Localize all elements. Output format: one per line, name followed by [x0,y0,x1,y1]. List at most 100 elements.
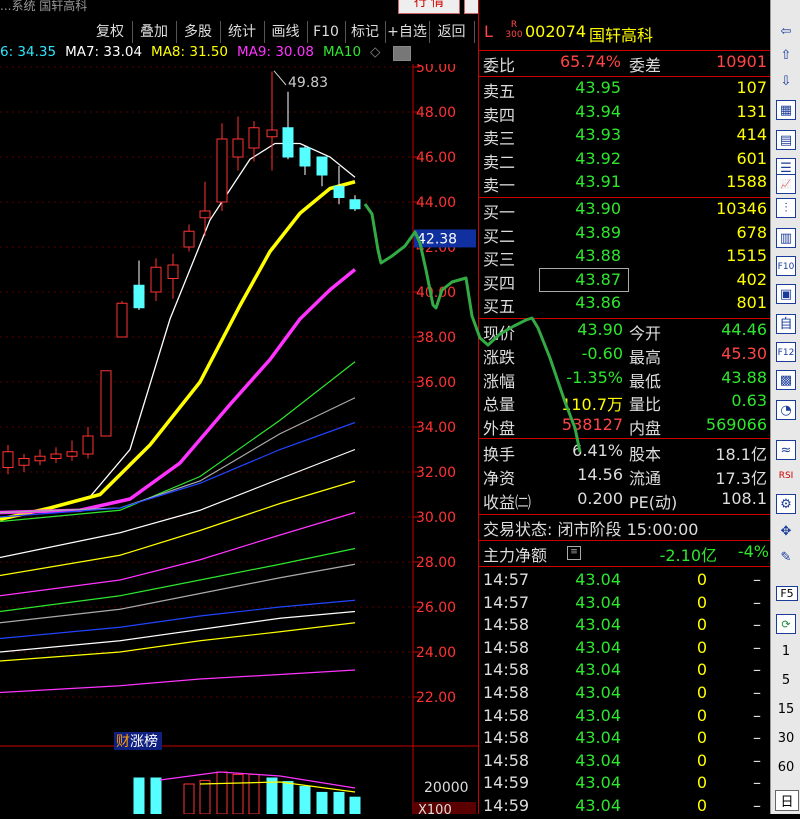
toolbar-button-8[interactable]: 返回 [429,21,475,43]
stat-value: 0.63 [731,391,767,411]
bid-label: 买四 [483,273,516,293]
ask-price: 43.93 [575,125,621,144]
stat-value: 108.1 [721,489,767,508]
arrow-left-icon[interactable]: arrow-left⇦ [776,22,796,42]
toolbar-button-4[interactable]: 画线 [264,21,308,43]
tick-volume: 0 [696,796,707,815]
chart-line-icon[interactable]: chart-line📈 [776,174,796,194]
bid-price: 43.89 [575,222,621,242]
calendar-icon[interactable]: calendar▥ [776,228,796,248]
candle [66,451,78,457]
refresh-icon[interactable]: ⟳ [776,614,796,634]
ma-curve [0,622,356,662]
chart-zoom-icon[interactable]: chart-zoom▣ [776,284,796,304]
icon-glyph: ⚙ [780,497,792,512]
ask-price: 43.91 [575,172,621,191]
wave-icon[interactable]: wave≈ [776,440,796,460]
tick-volume: 0 [696,728,707,748]
table-icon[interactable]: table▤ [776,130,796,150]
candle [167,264,179,279]
grid-icon[interactable]: grid▦ [776,100,796,120]
candle [248,127,260,149]
toolbar-button-6[interactable]: 标记 [345,21,386,43]
diamond-icon[interactable]: ◇ [370,44,380,60]
arrow-up-icon[interactable]: arrow-up⇧ [776,46,796,66]
tick-flag: – [753,570,761,589]
tick-flag: – [753,683,761,702]
stat-label: 总量 [483,395,516,415]
ma-curve [0,511,356,597]
bid-price: 43.86 [575,293,621,312]
tick-flag: – [753,592,761,612]
icon-glyph: ⇦ [780,24,792,39]
period-30[interactable]: 30 [771,731,800,746]
RSI-icon[interactable]: RSIRSI [776,466,796,486]
selected-bid-box [539,267,629,292]
toolbar-button-5[interactable]: F10 [307,21,346,43]
ask-label: 卖五 [483,82,516,101]
F12-icon[interactable]: F12F12 [776,342,796,362]
ask-label: 卖四 [483,105,516,125]
ask-label: 卖一 [483,176,516,195]
toolbar-button-2[interactable]: 多股 [176,21,221,43]
tick-time: 14:58 [483,728,530,748]
y-tick-label: 48.00 [416,105,456,121]
ask-volume: 414 [736,125,767,144]
toolbar-button-1[interactable]: 叠加 [132,21,177,43]
arrow-down-icon[interactable]: arrow-down⇩ [776,72,796,92]
ma-legend-item: 6: 34.35 [0,44,57,60]
panel-toggle-icon[interactable] [393,46,411,61]
candle-icon[interactable]: candle⫶ [776,198,796,218]
period-day[interactable]: 日 [775,790,799,811]
tick-flag: – [753,750,761,770]
tick-price: 43.04 [575,660,621,680]
period-15[interactable]: 15 [771,702,800,717]
gear-icon[interactable]: gear⚙ [776,494,796,514]
stat-label: 最低 [629,371,662,391]
toolbar-button-3[interactable]: 统计 [220,21,265,43]
F10-icon[interactable]: F10F10 [776,256,796,276]
weibi-label: 委比 [483,56,516,75]
icon-glyph: ▤ [779,133,793,148]
period-1[interactable]: 1 [771,644,800,659]
pencil-icon[interactable]: pencil✎ [776,548,796,568]
stat-label: 换手 [483,445,516,464]
candle [18,458,30,466]
toolbar-button-7[interactable]: +自选 [385,21,430,43]
candle [116,302,128,338]
y-tick-label: 26.00 [416,600,456,616]
period-60[interactable]: 60 [771,760,800,775]
candle [282,127,294,158]
ma-curve [0,563,356,624]
icon-glyph: ✎ [780,550,792,565]
ma-legend-item: MA9: 30.08 [237,44,314,60]
menu-icon[interactable]: ≡ [567,546,581,560]
tick-price: 43.04 [575,705,621,725]
stat-value: 43.88 [721,367,767,387]
calculator-icon[interactable]: calculator▩ [776,370,796,390]
icon-glyph: F12 [777,348,795,358]
stat-label: 流通 [629,469,662,488]
kline-chart[interactable]: 50.0048.0046.0044.0042.0040.0038.0036.00… [0,64,478,814]
ask-volume: 107 [736,78,767,97]
candle [333,185,345,198]
tick-time: 14:57 [483,592,530,612]
badge-300: 300 [505,30,523,40]
top-tab-0[interactable]: 行 情 [398,0,460,14]
f5-button[interactable]: F5 [776,586,798,601]
history-icon[interactable]: history◔ [776,400,796,420]
tick-time: 14:59 [483,773,530,793]
stock-code: 002074 [525,22,587,41]
tick-price: 43.04 [575,683,621,702]
period-5[interactable]: 5 [771,673,800,688]
move-icon[interactable]: move✥ [776,522,796,542]
self-select-icon[interactable]: self-select自 [776,314,796,334]
main-flow-label: 主力净额 [483,546,548,565]
stat-value: 44.46 [721,320,767,339]
ma-legend-item: MA10 [322,44,362,60]
toolbar-button-0[interactable]: 复权 [88,21,133,43]
ask-price: 43.92 [575,148,621,168]
ask-label: 卖三 [483,129,516,148]
ma-legend: 6: 34.35 MA7: 33.04 MA8: 31.50 MA9: 30.08 MA… [0,44,478,64]
volume-unit: X100 [418,803,452,814]
